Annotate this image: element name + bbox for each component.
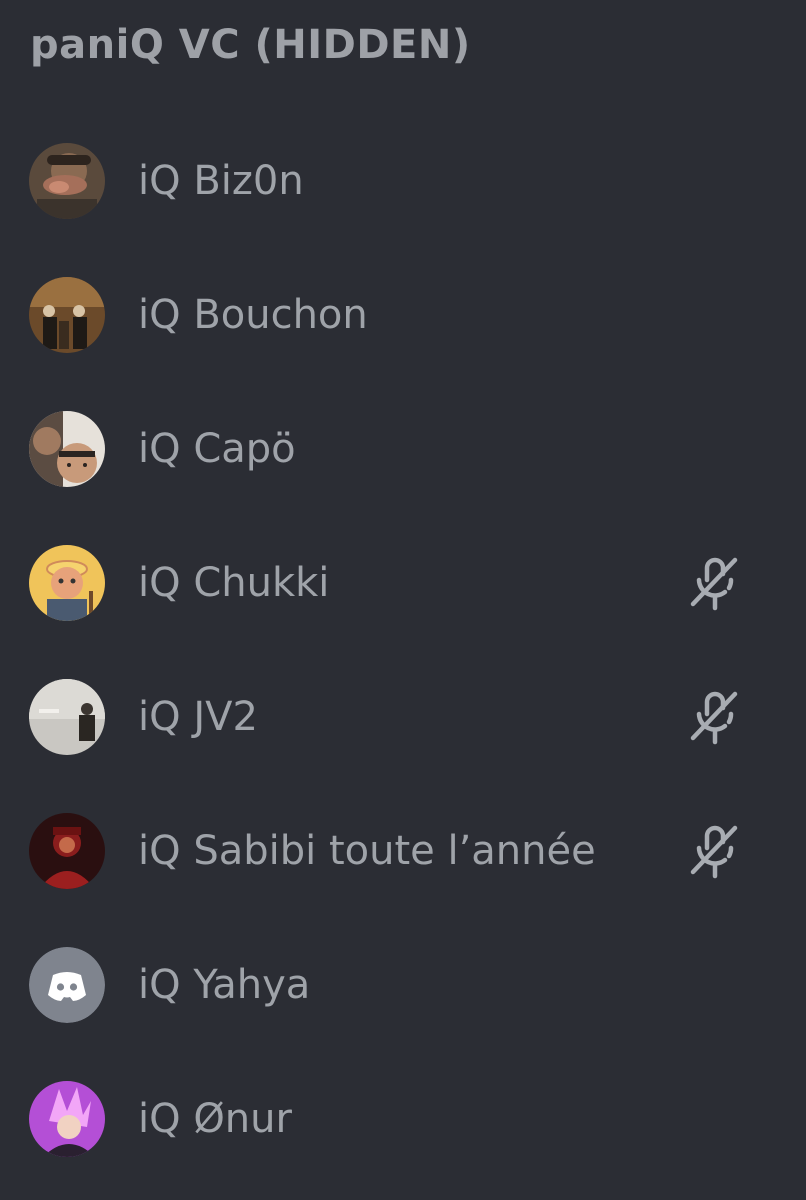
avatar-photo-capo: [29, 411, 105, 487]
avatar-photo-jv2: [29, 679, 105, 755]
avatar-photo-bouchon: [29, 277, 105, 353]
avatar-biz0n[interactable]: [29, 143, 105, 219]
member-name: iQ Biz0n: [138, 158, 304, 204]
avatar-onur[interactable]: [29, 1081, 105, 1157]
voice-member-list: iQ Biz0n iQ Bouchon iQ Capö iQ Chukki iQ…: [0, 114, 806, 1186]
member-row-capo[interactable]: iQ Capö: [0, 382, 806, 516]
avatar-jv2[interactable]: [29, 679, 105, 755]
avatar-yahya[interactable]: [29, 947, 105, 1023]
member-name: iQ Yahya: [138, 962, 311, 1008]
avatar-bouchon[interactable]: [29, 277, 105, 353]
member-name: iQ Ønur: [138, 1096, 292, 1142]
member-row-sabibi[interactable]: iQ Sabibi toute l’année: [0, 784, 806, 918]
member-name: iQ Sabibi toute l’année: [138, 828, 596, 874]
member-row-bouchon[interactable]: iQ Bouchon: [0, 248, 806, 382]
avatar-cartoon-chukki: [29, 545, 105, 621]
microphone-muted-icon: [687, 554, 743, 612]
member-name: iQ Chukki: [138, 560, 330, 606]
member-name: iQ Bouchon: [138, 292, 368, 338]
member-name: iQ Capö: [138, 426, 296, 472]
avatar-photo-biz0n: [29, 143, 105, 219]
avatar-chukki[interactable]: [29, 545, 105, 621]
member-name: iQ JV2: [138, 694, 258, 740]
member-row-chukki[interactable]: iQ Chukki: [0, 516, 806, 650]
member-row-jv2[interactable]: iQ JV2: [0, 650, 806, 784]
avatar-capo[interactable]: [29, 411, 105, 487]
microphone-muted-icon: [687, 688, 743, 746]
member-row-yahya[interactable]: iQ Yahya: [0, 918, 806, 1052]
channel-title[interactable]: paniQ VC (HIDDEN): [30, 22, 471, 68]
member-row-onur[interactable]: iQ Ønur: [0, 1052, 806, 1186]
microphone-muted-icon: [687, 822, 743, 880]
avatar-anime-onur: [29, 1081, 105, 1157]
discord-logo-icon: [29, 947, 105, 1023]
avatar-photo-sabibi: [29, 813, 105, 889]
member-row-biz0n[interactable]: iQ Biz0n: [0, 114, 806, 248]
avatar-sabibi[interactable]: [29, 813, 105, 889]
